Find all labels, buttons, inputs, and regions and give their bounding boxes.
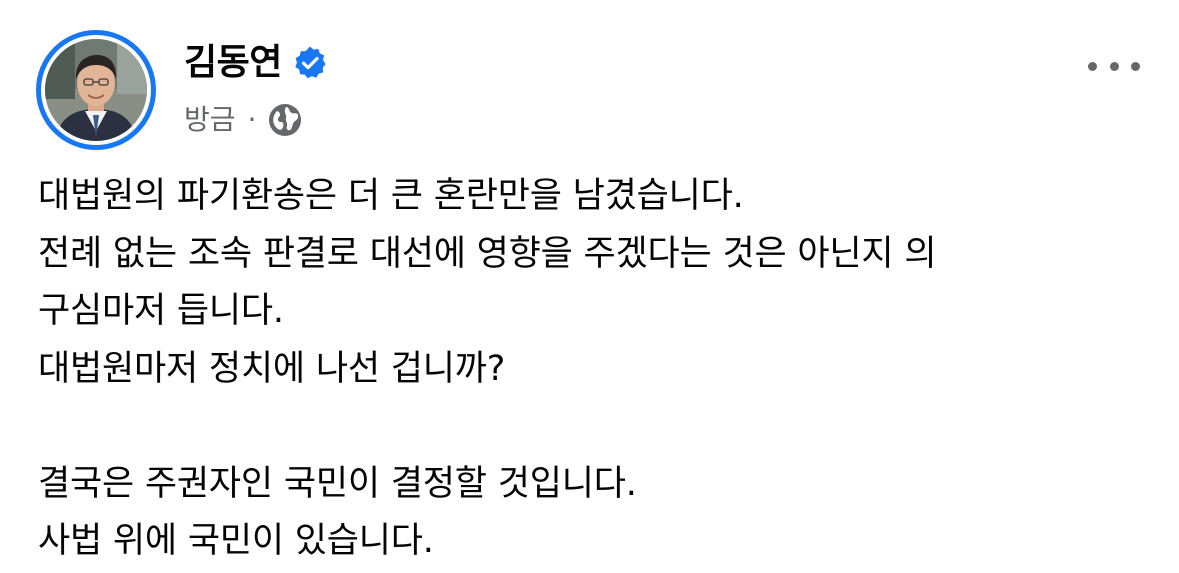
- author-avatar[interactable]: [36, 30, 156, 150]
- profile-photo: [45, 39, 147, 141]
- post-meta: 방금 ·: [184, 100, 302, 140]
- message-blank-line: [38, 398, 1148, 456]
- feed-post: 김동연 방금 · 대법원의 파기환송은 더 큰 혼란만을 남겼습니다. 전례 없…: [0, 0, 1179, 573]
- message-line: 대법원의 파기환송은 더 큰 혼란만을 남겼습니다.: [38, 176, 744, 216]
- author-name[interactable]: 김동연: [184, 40, 282, 86]
- more-dot: [1088, 61, 1097, 71]
- more-options-icon[interactable]: [1088, 52, 1140, 80]
- meta-separator: ·: [247, 103, 257, 136]
- message-line: 대법원마저 정치에 나선 겁니까?: [38, 348, 506, 389]
- verified-badge-icon: [295, 46, 326, 79]
- message-line: 결국은 주권자인 국민이 결정할 것입니다.: [38, 463, 637, 504]
- author-row: 김동연: [184, 40, 328, 86]
- post-timestamp[interactable]: 방금: [184, 100, 236, 140]
- more-dot: [1131, 61, 1140, 71]
- avatar-story-ring: [41, 35, 151, 145]
- post-header: 김동연 방금 ·: [36, 30, 1146, 150]
- globe-icon[interactable]: [268, 103, 302, 137]
- post-message: 대법원의 파기환송은 더 큰 혼란만을 남겼습니다. 전례 없는 조속 판결로 …: [38, 168, 1148, 571]
- message-line: 사법 위에 국민이 있습니다.: [38, 521, 434, 561]
- message-line: 구심마저 듭니다.: [38, 291, 284, 331]
- message-line: 전례 없는 조속 판결로 대선에 영향을 주겠다는 것은 아닌지 의: [38, 233, 937, 274]
- more-dot: [1109, 61, 1119, 71]
